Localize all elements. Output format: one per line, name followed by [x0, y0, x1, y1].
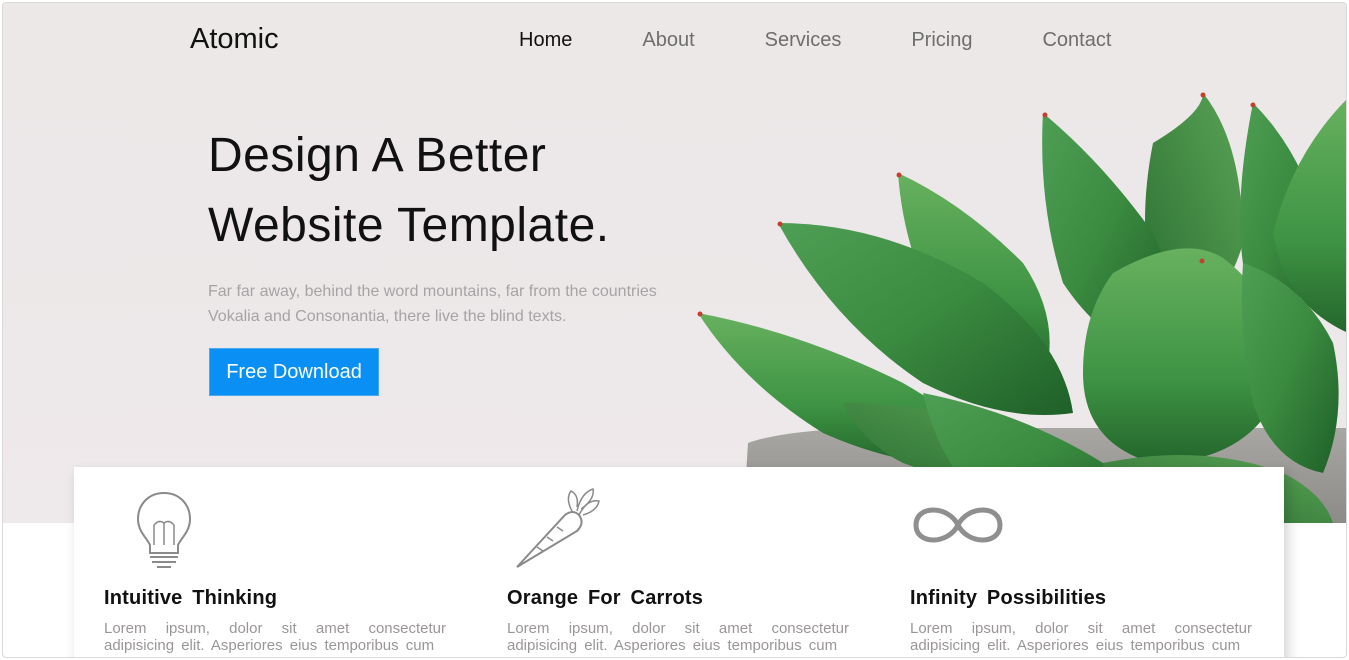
nav-pricing[interactable]: Pricing — [911, 29, 972, 52]
feature-card: Intuitive Thinking Lorem ipsum, dolor si… — [74, 467, 446, 657]
hero-section: Atomic Home About Services Pricing Conta… — [3, 3, 1346, 523]
free-download-button[interactable]: Free Download — [209, 348, 379, 396]
main-nav: Home About Services Pricing Contact — [519, 29, 1181, 52]
lightbulb-icon — [136, 491, 192, 568]
hero-headline-line1: Design A Better — [208, 129, 547, 182]
feature-text: Lorem ipsum, dolor sit amet consectetur … — [910, 620, 1252, 654]
features-panel: Intuitive Thinking Lorem ipsum, dolor si… — [74, 467, 1284, 657]
carrot-icon — [516, 488, 600, 568]
navbar: Atomic Home About Services Pricing Conta… — [3, 3, 1346, 77]
feature-title: Infinity Possibilities — [910, 587, 1107, 609]
site-logo[interactable]: Atomic — [190, 23, 279, 56]
nav-services[interactable]: Services — [765, 29, 842, 52]
hero-headline-line2: Website Template. — [208, 199, 610, 252]
feature-card: Orange For Carrots Lorem ipsum, dolor si… — [477, 467, 849, 657]
feature-text: Lorem ipsum, dolor sit amet consectetur … — [104, 620, 446, 654]
feature-card: Infinity Possibilities Lorem ipsum, dolo… — [880, 467, 1252, 657]
feature-text: Lorem ipsum, dolor sit amet consectetur … — [507, 620, 849, 654]
feature-title: Orange For Carrots — [507, 587, 704, 609]
hero-subtext: Far far away, behind the word mountains,… — [208, 283, 657, 325]
infinity-icon — [913, 507, 1003, 543]
browser-viewport: Atomic Home About Services Pricing Conta… — [2, 2, 1347, 658]
succulent-plant-image — [697, 92, 1346, 523]
nav-about[interactable]: About — [642, 29, 694, 52]
feature-title: Intuitive Thinking — [104, 587, 278, 609]
nav-contact[interactable]: Contact — [1042, 29, 1111, 52]
nav-home[interactable]: Home — [519, 29, 572, 52]
